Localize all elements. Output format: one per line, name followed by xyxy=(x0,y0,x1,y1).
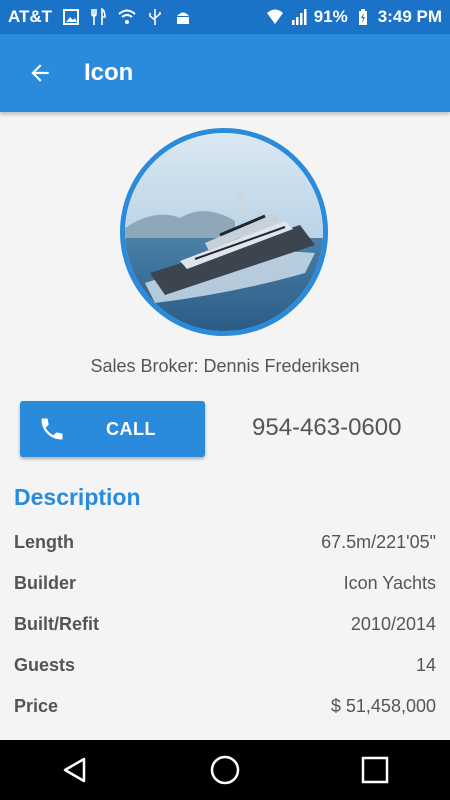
spec-row-guests: Guests 14 xyxy=(14,655,436,676)
usb-icon xyxy=(146,8,164,26)
circle-home-icon xyxy=(210,755,240,785)
phone-number[interactable]: 954-463-0600 xyxy=(252,414,401,442)
restaurant-icon xyxy=(90,8,108,26)
nav-back-button[interactable] xyxy=(45,740,105,800)
spec-row-builder: Builder Icon Yachts xyxy=(14,573,436,594)
carrier-label: AT&T xyxy=(8,7,53,26)
triangle-back-icon xyxy=(63,757,86,783)
spec-value: 2010/2014 xyxy=(350,614,436,634)
spec-label: Length xyxy=(14,532,74,552)
call-button[interactable]: CALL xyxy=(20,401,205,457)
spec-value: 14 xyxy=(415,655,436,675)
nav-home-button[interactable] xyxy=(195,740,255,800)
spec-value: $ 51,458,000 xyxy=(330,696,436,716)
phone-icon xyxy=(38,415,66,443)
spec-label: Built/Refit xyxy=(14,614,99,634)
back-button[interactable] xyxy=(22,55,58,91)
battery-icon xyxy=(354,8,372,26)
status-bar: AT&T 91% 3:49 PM xyxy=(0,0,450,34)
arrow-back-icon xyxy=(31,64,49,82)
image-icon xyxy=(62,8,80,26)
square-recents-icon xyxy=(361,756,389,784)
spec-row-built-refit: Built/Refit 2010/2014 xyxy=(14,614,436,635)
spec-row-length: Length 67.5m/221'05" xyxy=(14,532,436,553)
spec-value: 67.5m/221'05" xyxy=(321,532,436,552)
navigation-bar xyxy=(0,740,450,800)
detail-content[interactable]: Sales Broker: Dennis Frederiksen CALL 95… xyxy=(0,112,450,740)
android-icon xyxy=(174,8,192,26)
spec-label: Builder xyxy=(14,573,77,593)
wifi-icon xyxy=(266,8,284,26)
call-button-label: CALL xyxy=(106,418,156,439)
spec-label: Guests xyxy=(14,655,76,675)
battery-percent: 91% xyxy=(313,7,348,26)
clock: 3:49 PM xyxy=(377,7,442,26)
yacht-photo xyxy=(120,128,328,336)
description-heading: Description xyxy=(14,484,141,510)
page-title: Icon xyxy=(84,59,134,86)
app-bar: Icon xyxy=(0,34,450,112)
wifi-icon xyxy=(118,8,136,26)
signal-icon xyxy=(290,8,308,26)
spec-value: Icon Yachts xyxy=(343,573,436,593)
spec-row-price: Price $ 51,458,000 xyxy=(14,696,436,717)
nav-recents-button[interactable] xyxy=(345,740,405,800)
sales-broker: Sales Broker: Dennis Frederiksen xyxy=(90,356,360,376)
spec-label: Price xyxy=(14,696,59,716)
